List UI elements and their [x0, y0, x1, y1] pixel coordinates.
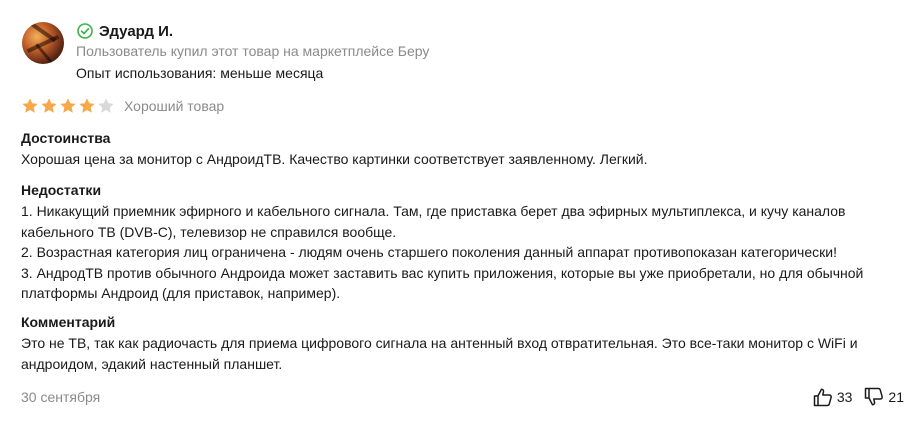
cons-line: 1. Никакущий приемник эфирного и кабельн… [21, 203, 846, 219]
author-name[interactable]: Эдуард И. [99, 23, 173, 40]
avatar[interactable] [22, 22, 64, 64]
star-filled-icon [41, 98, 57, 113]
review-date: 30 сентября [21, 389, 101, 405]
comment-title: Комментарий [21, 314, 116, 330]
star-filled-icon [60, 98, 76, 113]
comment-line: Это не ТВ, так как радиочасть для приема… [21, 335, 858, 351]
thumbs-up-icon [813, 388, 832, 407]
cons-title: Недостатки [21, 182, 102, 198]
star-filled-icon [79, 98, 95, 113]
rating-stars [21, 97, 116, 115]
rating-row: Хороший товар [21, 97, 224, 115]
author-row: Эдуард И. [77, 20, 173, 42]
star-filled-icon [22, 98, 38, 113]
cons-section: Недостатки 1. Никакущий приемник эфирног… [21, 180, 881, 304]
dislike-button[interactable]: 21 [863, 386, 904, 408]
cons-line: кабельного ТВ (DVB-C), телевизор не спра… [21, 223, 397, 240]
pros-section: Достоинства Хорошая цена за монитор с Ан… [21, 128, 881, 170]
thumbs-down-icon [865, 387, 884, 406]
cons-line: платформы Андроид (для приставок, наприм… [21, 285, 341, 301]
comment-line: андроидом, эдакий настенный планшет. [21, 355, 283, 372]
star-empty-icon [98, 98, 114, 113]
review-card: Эдуард И. Пользователь купил этот товар … [0, 0, 924, 422]
like-button[interactable]: 33 [812, 386, 853, 408]
verified-check-icon [77, 23, 93, 39]
like-count: 33 [836, 389, 853, 405]
cons-line: 2. Возрастная категория лиц ограничена -… [21, 244, 837, 260]
purchase-source: Пользователь купил этот товар на маркетп… [76, 43, 430, 59]
pros-title: Достоинства [21, 130, 111, 146]
rating-label: Хороший товар [124, 98, 225, 114]
dislike-count: 21 [888, 389, 904, 405]
cons-line: 3. АндродТВ против обычного Андроида мож… [21, 264, 864, 281]
votes: 33 21 [812, 386, 904, 408]
comment-section: Комментарий Это не ТВ, так как радиочаст… [21, 312, 881, 374]
pros-text: Хорошая цена за монитор с АндроидТВ. Кач… [21, 151, 648, 167]
usage-duration: Опыт использования: меньше месяца [76, 65, 324, 81]
